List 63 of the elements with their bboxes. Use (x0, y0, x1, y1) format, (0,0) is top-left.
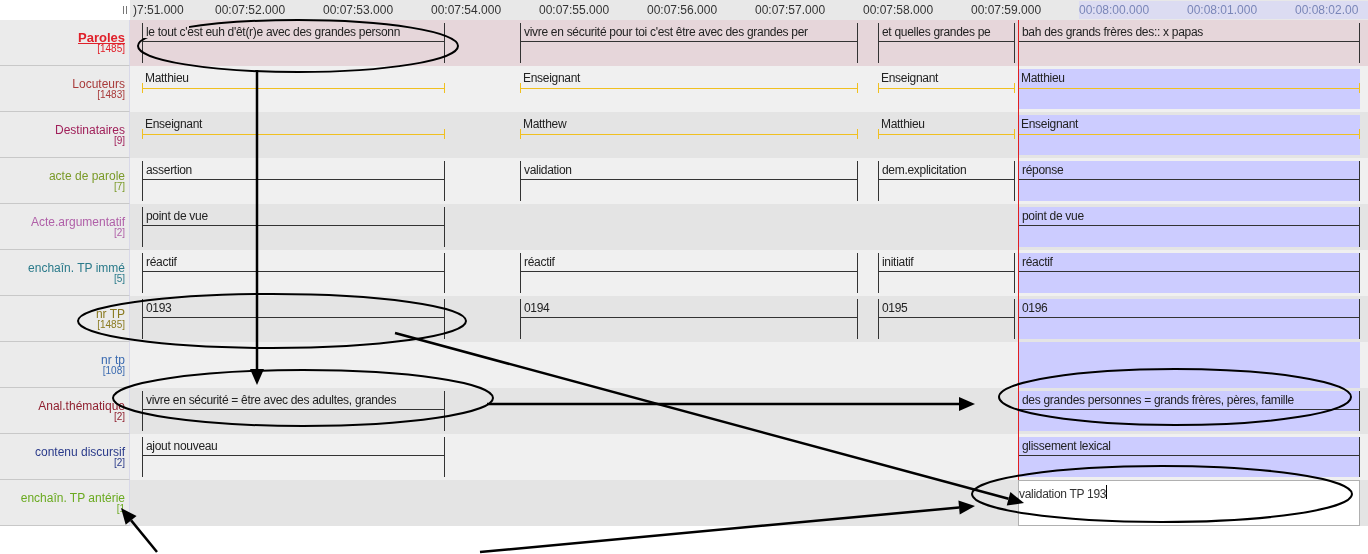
annotation-count: [5] (113, 273, 125, 284)
time-label: 00:07:56.000 (647, 2, 719, 19)
annotation-cell[interactable]: Enseignant (878, 69, 1015, 109)
annotation-cell[interactable]: 0196 (1018, 299, 1360, 339)
annotation-cell[interactable]: glissement lexical (1018, 437, 1360, 477)
time-label: 00:07:58.000 (863, 2, 935, 19)
annotation-cell[interactable]: bah des grands frères des:: x papas (1018, 23, 1360, 63)
time-label: 00:08:01.000 (1187, 1, 1295, 19)
time-label: 00:07:57.000 (755, 2, 827, 19)
annotation-cell[interactable]: point de vue (142, 207, 445, 247)
annotation-cell[interactable]: Matthieu (142, 69, 445, 109)
time-label: 00:08:02.00 (1295, 1, 1368, 19)
annotation-cell[interactable]: 0194 (520, 299, 858, 339)
annotation-cell[interactable]: Matthieu (878, 115, 1015, 155)
annotation-cell[interactable]: réponse (1018, 161, 1360, 201)
tier-name[interactable]: Paroles (78, 31, 125, 44)
pause-icon (123, 6, 128, 14)
annotation-cell[interactable]: Matthew (520, 115, 858, 155)
tier-name[interactable]: Destinataires (54, 123, 125, 136)
annotation-cell[interactable]: point de vue (1018, 207, 1360, 247)
arrow (121, 508, 158, 553)
annotation-cell[interactable]: vivre en sécurité = être avec des adultes, grandes (142, 391, 445, 431)
time-label: 00:07:54.000 (431, 2, 503, 19)
time-label: )7:51.000 (133, 2, 185, 19)
annotation-cell[interactable]: 0195 (878, 299, 1015, 339)
annotation-count: [1483] (97, 89, 125, 100)
annotation-cell[interactable]: ajout nouveau (142, 437, 445, 477)
annotation-cell[interactable]: et quelles grandes pe (878, 23, 1015, 63)
time-label: 00:07:59.000 (971, 2, 1043, 19)
annotation-cell[interactable]: dem.explicitation (878, 161, 1015, 201)
annotation-cell[interactable]: vivre en sécurité pour toi c'est être avec des grandes per (520, 23, 858, 63)
tier-name[interactable]: Acte.argumentatif (30, 215, 125, 228)
annotation-cell[interactable]: initiatif (878, 253, 1015, 293)
tier-name[interactable]: enchaîn. TP immé (28, 261, 125, 274)
annotation-cell[interactable]: réactif (520, 253, 858, 293)
time-label: 00:08:00.000 (1079, 1, 1187, 19)
annotation-cell[interactable]: Enseignant (142, 115, 445, 155)
annotation-count: [2] (113, 411, 125, 422)
annotation-cell[interactable]: réactif (1018, 253, 1360, 293)
annotation-cell[interactable]: réactif (142, 253, 445, 293)
annotation-cell[interactable]: Matthieu (1018, 69, 1360, 109)
annotation-count: [2] (113, 227, 125, 238)
tier-name[interactable]: Locuteurs (72, 77, 125, 90)
annotation-count: [9] (113, 135, 125, 146)
tier-name[interactable]: nr tp (101, 353, 125, 366)
time-label: 00:07:55.000 (539, 2, 611, 19)
annotation-count: [7] (113, 181, 125, 192)
annotation-count: [108] (102, 365, 125, 376)
annotation-cell[interactable]: assertion (142, 161, 445, 201)
annotation-cell[interactable]: Enseignant (1018, 115, 1360, 155)
annotation-cell[interactable]: validation (520, 161, 858, 201)
annotation-cell[interactable]: Enseignant (520, 69, 858, 109)
tier-name[interactable]: nr TP (95, 307, 125, 320)
time-label: 00:07:52.000 (215, 2, 287, 19)
annotation-count: [1485] (97, 319, 125, 330)
annotation-cell[interactable]: le tout c'est euh d'êt(r)e avec des grandes personn (142, 23, 445, 63)
edit-field[interactable]: validation TP 193 (1018, 480, 1360, 526)
annotation-cell[interactable]: 0193 (142, 299, 445, 339)
tier-name[interactable]: contenu discursif (34, 445, 125, 458)
annotation-cell[interactable]: des grandes personnes = grands frères, pères, famille (1018, 391, 1360, 431)
time-label: 00:07:53.000 (323, 2, 395, 19)
annotation-count: [2] (113, 457, 125, 468)
annotation-count: [1485] (97, 43, 125, 54)
